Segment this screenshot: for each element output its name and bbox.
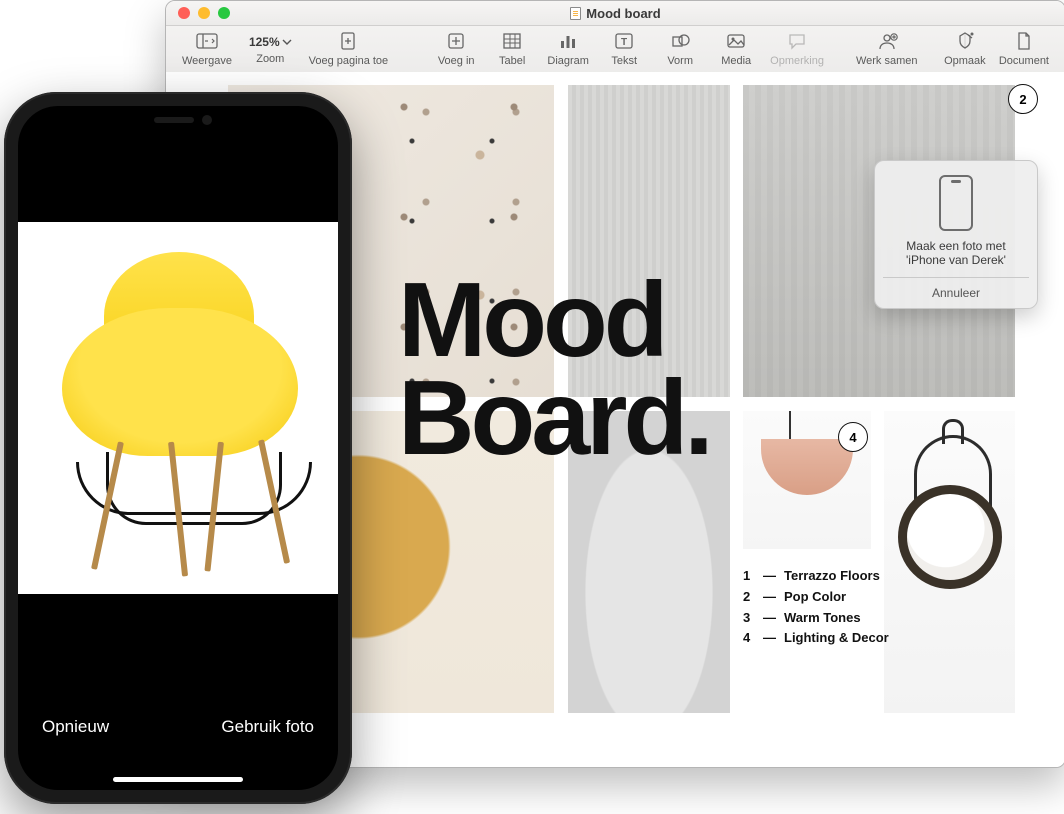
document-icon — [570, 7, 581, 20]
view-button[interactable]: Weergave — [176, 30, 238, 67]
iphone-device: Opnieuw Gebruik foto — [4, 92, 352, 804]
iphone-notch-icon — [98, 106, 258, 136]
titlebar[interactable]: Mood board — [166, 1, 1064, 26]
close-icon[interactable] — [178, 7, 190, 19]
badge-4[interactable]: 4 — [838, 422, 868, 452]
media-label: Media — [721, 55, 751, 67]
insert-label: Voeg in — [438, 55, 475, 67]
document-icon — [1013, 30, 1035, 52]
legend-row: 1 — Terrazzo Floors — [743, 566, 889, 587]
retake-button[interactable]: Opnieuw — [42, 717, 109, 737]
zoom-value: 125% — [249, 35, 280, 49]
media-icon — [725, 30, 747, 52]
format-button[interactable]: Opmaak — [937, 30, 993, 67]
collaborate-icon — [876, 30, 898, 52]
zoom-icon[interactable] — [218, 7, 230, 19]
table-icon — [501, 30, 523, 52]
legend-row: 2 — Pop Color — [743, 587, 889, 608]
continuity-camera-popover: Maak een foto met 'iPhone van Derek' Ann… — [874, 160, 1038, 309]
minimize-icon[interactable] — [198, 7, 210, 19]
iphone-outline-icon — [939, 175, 973, 231]
format-icon — [954, 30, 976, 52]
chart-icon — [557, 30, 579, 52]
tile-mirror[interactable] — [884, 411, 1015, 713]
insert-icon — [445, 30, 467, 52]
mirror-icon — [898, 485, 1002, 589]
headline[interactable]: Mood Board. — [398, 272, 710, 467]
svg-text:T: T — [621, 37, 627, 48]
legend: 1 — Terrazzo Floors 2 — Pop Color 3 — Wa… — [743, 566, 889, 649]
zoom-label: Zoom — [256, 53, 284, 65]
add-page-label: Voeg pagina toe — [309, 55, 389, 67]
comment-button: Opmerking — [764, 30, 830, 67]
view-label: Weergave — [182, 55, 232, 67]
camera-bottom-bar: Opnieuw Gebruik foto — [18, 684, 338, 790]
legend-row: 4 — Lighting & Decor — [743, 628, 889, 649]
zoom-button[interactable]: 125% Zoom — [238, 30, 303, 65]
home-indicator-icon[interactable] — [113, 777, 243, 782]
add-page-button[interactable]: Voeg pagina toe — [303, 30, 395, 67]
insert-button[interactable]: Voeg in — [428, 30, 484, 67]
table-label: Tabel — [499, 55, 525, 67]
badge-2[interactable]: 2 — [1008, 84, 1038, 114]
cancel-button[interactable]: Annuleer — [883, 277, 1029, 308]
chart-label: Diagram — [547, 55, 589, 67]
document-label: Document — [999, 55, 1049, 67]
iphone-screen: Opnieuw Gebruik foto — [18, 106, 338, 790]
legend-row: 3 — Warm Tones — [743, 608, 889, 629]
popover-text-line1: Maak een foto met — [883, 239, 1029, 253]
comment-label: Opmerking — [770, 55, 824, 67]
window-title: Mood board — [166, 6, 1064, 21]
chart-button[interactable]: Diagram — [540, 30, 596, 67]
chair-seat-icon — [62, 308, 298, 456]
popover-text-line2: 'iPhone van Derek' — [883, 253, 1029, 267]
use-photo-button[interactable]: Gebruik foto — [221, 717, 314, 737]
chevron-down-icon — [282, 37, 292, 47]
shape-button[interactable]: Vorm — [652, 30, 708, 67]
add-page-icon — [337, 30, 359, 52]
headline-line2: Board. — [398, 370, 710, 468]
text-label: Tekst — [611, 55, 637, 67]
shape-label: Vorm — [667, 55, 693, 67]
headline-line1: Mood — [398, 272, 710, 370]
comment-icon — [786, 30, 808, 52]
media-button[interactable]: Media — [708, 30, 764, 67]
format-label: Opmaak — [944, 55, 986, 67]
window-title-text: Mood board — [586, 6, 660, 21]
camera-photo-preview[interactable] — [18, 222, 338, 594]
view-icon — [196, 30, 218, 52]
shape-icon — [669, 30, 691, 52]
toolbar: Weergave 125% Zoom Voeg pagina toe — [166, 26, 1064, 77]
document-button[interactable]: Document — [993, 30, 1055, 67]
traffic-lights — [166, 7, 230, 19]
lamp-shade-icon — [761, 439, 853, 495]
text-button[interactable]: T Tekst — [596, 30, 652, 67]
text-icon: T — [613, 30, 635, 52]
table-button[interactable]: Tabel — [484, 30, 540, 67]
collaborate-button[interactable]: Werk samen — [850, 30, 924, 67]
collaborate-label: Werk samen — [856, 55, 918, 67]
